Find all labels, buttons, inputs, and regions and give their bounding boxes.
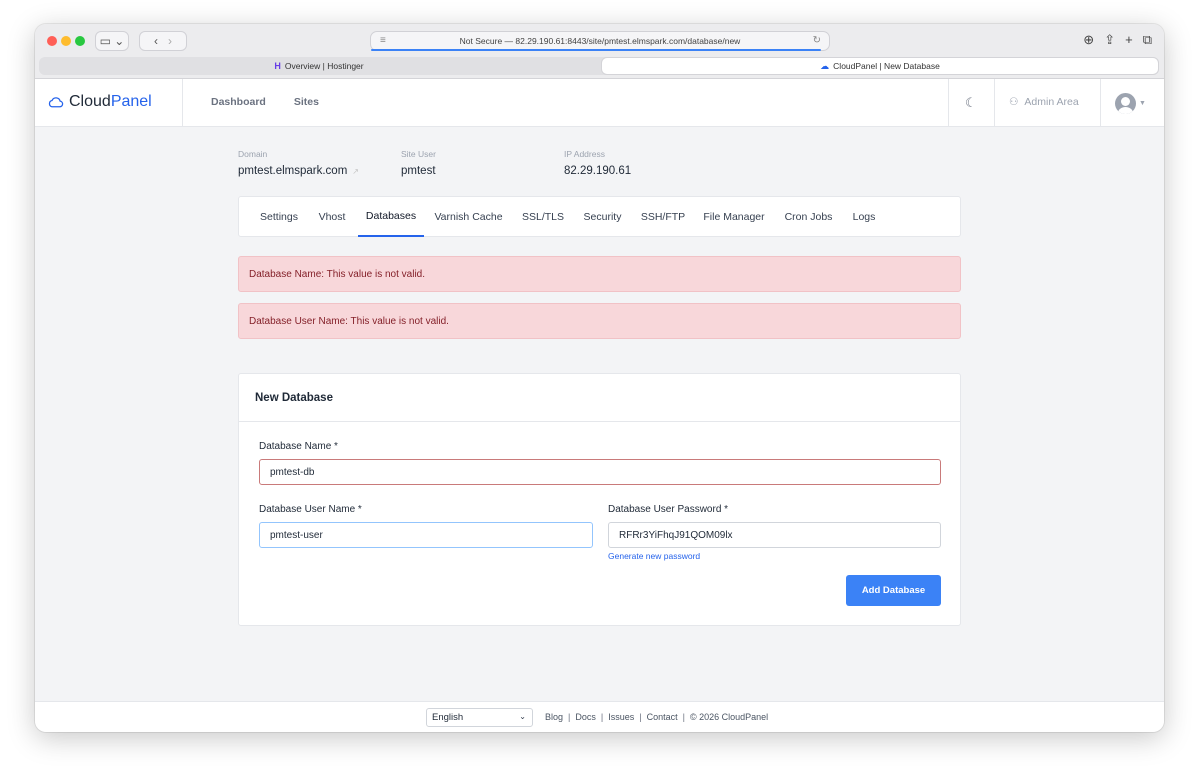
admin-area-label: Admin Area xyxy=(1024,96,1079,108)
db-name-label: Database Name * xyxy=(259,441,338,452)
app-header: Cloud Panel Dashboard Sites ☾ ⚇ Admin Are… xyxy=(35,79,1164,127)
db-user-label: Database User Name * xyxy=(259,504,362,515)
tab-databases[interactable]: Databases xyxy=(358,197,424,237)
database-name-input[interactable]: pmtest-db xyxy=(259,459,941,485)
site-domain-info: Domain pmtest.elmspark.com ↗ xyxy=(238,149,359,177)
dark-mode-icon[interactable]: ☾ xyxy=(965,95,977,111)
zoom-window-button[interactable] xyxy=(75,36,85,46)
separator: | xyxy=(639,712,642,722)
separator: | xyxy=(568,712,571,722)
footer-link-blog[interactable]: Blog xyxy=(545,712,563,722)
footer-link-contact[interactable]: Contact xyxy=(647,712,678,722)
new-tab-icon[interactable]: + xyxy=(1125,32,1133,48)
logo-text-cloud: Cloud xyxy=(69,93,111,110)
footer: English ⌄ Blog | Docs | Issues | Contact… xyxy=(35,701,1164,732)
header-divider xyxy=(948,79,949,127)
page-menu-icon[interactable]: ≡ xyxy=(380,35,386,46)
user-menu[interactable]: ▼ xyxy=(1115,93,1146,114)
new-database-form: New Database Database Name * pmtest-db D… xyxy=(238,373,961,626)
external-link-icon[interactable]: ↗ xyxy=(352,167,359,176)
browser-tab-cloudpanel[interactable]: ☁ CloudPanel | New Database xyxy=(601,57,1159,75)
database-user-name-input[interactable]: pmtest-user xyxy=(259,522,593,548)
download-icon[interactable]: ⊕ xyxy=(1083,32,1094,48)
tab-ssl-tls[interactable]: SSL/TLS xyxy=(515,197,571,237)
domain-label: Domain xyxy=(238,149,268,159)
site-user-label: Site User xyxy=(401,149,436,159)
browser-window: ▭ ⌄ ‹ › ≡ Not Secure — 82.29.190.61:8443… xyxy=(35,24,1164,732)
generate-password-link[interactable]: Generate new password xyxy=(608,551,700,561)
tab-bar: H Overview | Hostinger ☁ CloudPanel | Ne… xyxy=(39,57,1159,75)
nav-dashboard[interactable]: Dashboard xyxy=(211,96,266,108)
main-nav: Dashboard Sites xyxy=(211,96,319,108)
cloud-icon: ☁ xyxy=(820,60,830,71)
chevron-down-icon: ⌄ xyxy=(519,712,526,721)
language-value: English xyxy=(432,712,464,723)
tab-overview-icon[interactable]: ⧉ xyxy=(1143,32,1152,48)
tab-varnish-cache[interactable]: Varnish Cache xyxy=(429,197,508,237)
cloud-logo-icon xyxy=(48,96,64,107)
database-password-input[interactable]: RFRr3YiFhqJ91QOM09lx xyxy=(608,522,941,548)
language-select[interactable]: English ⌄ xyxy=(426,708,533,727)
users-gear-icon: ⚇ xyxy=(1009,96,1019,108)
add-database-button[interactable]: Add Database xyxy=(846,575,941,606)
history-nav: ‹ › xyxy=(139,31,187,51)
site-tabs: Settings Vhost Databases Varnish Cache S… xyxy=(238,196,961,237)
loading-progress-bar xyxy=(371,49,821,51)
error-alert: Database Name: This value is not valid. xyxy=(238,256,961,292)
error-alert: Database User Name: This value is not va… xyxy=(238,303,961,339)
address-text: Not Secure — 82.29.190.61:8443/site/pmte… xyxy=(459,36,741,46)
toolbar-actions: ⊕ ⇪ + ⧉ xyxy=(1083,32,1152,48)
site-user-info: Site User pmtest xyxy=(401,149,436,177)
address-bar[interactable]: ≡ Not Secure — 82.29.190.61:8443/site/pm… xyxy=(370,31,830,51)
nav-sites[interactable]: Sites xyxy=(294,96,319,108)
sidebar-icon: ▭ ⌄ xyxy=(99,34,125,48)
tab-logs[interactable]: Logs xyxy=(846,197,882,237)
ip-address-info: IP Address 82.29.190.61 xyxy=(564,149,631,177)
footer-link-issues[interactable]: Issues xyxy=(608,712,634,722)
site-user-value: pmtest xyxy=(401,165,436,177)
browser-toolbar: ▭ ⌄ ‹ › ≡ Not Secure — 82.29.190.61:8443… xyxy=(35,24,1164,79)
footer-link-docs[interactable]: Docs xyxy=(575,712,596,722)
domain-value: pmtest.elmspark.com xyxy=(238,165,348,177)
hostinger-icon: H xyxy=(274,61,281,71)
db-password-label: Database User Password * xyxy=(608,504,729,515)
tab-cron-jobs[interactable]: Cron Jobs xyxy=(778,197,839,237)
header-divider xyxy=(182,79,183,127)
tab-label: CloudPanel | New Database xyxy=(833,61,940,71)
separator: | xyxy=(682,712,685,722)
footer-links: Blog | Docs | Issues | Contact | © 2026 … xyxy=(545,712,768,722)
admin-area-link[interactable]: ⚇ Admin Area xyxy=(1009,96,1079,108)
tab-file-manager[interactable]: File Manager xyxy=(698,197,770,237)
cloudpanel-logo[interactable]: Cloud Panel xyxy=(47,93,152,111)
reload-icon[interactable]: ↻ xyxy=(813,35,821,46)
separator: | xyxy=(600,712,604,722)
header-divider xyxy=(1100,79,1101,127)
main-content: Domain pmtest.elmspark.com ↗ Site User p… xyxy=(35,127,1164,701)
forward-icon[interactable]: › xyxy=(163,34,177,48)
logo-text-panel: Panel xyxy=(110,93,152,110)
avatar xyxy=(1115,93,1136,114)
close-window-button[interactable] xyxy=(47,36,57,46)
ip-address-value: 82.29.190.61 xyxy=(564,165,632,177)
header-divider xyxy=(994,79,995,127)
tab-settings[interactable]: Settings xyxy=(252,197,306,237)
chevron-down-icon: ▼ xyxy=(1139,100,1146,107)
ip-address-label: IP Address xyxy=(564,149,605,159)
tab-label: Overview | Hostinger xyxy=(284,61,364,71)
share-icon[interactable]: ⇪ xyxy=(1104,32,1115,48)
sidebar-toggle-button[interactable]: ▭ ⌄ xyxy=(95,31,129,51)
tab-security[interactable]: Security xyxy=(577,197,628,237)
form-title: New Database xyxy=(239,374,960,422)
minimize-window-button[interactable] xyxy=(61,36,71,46)
tab-ssh-ftp[interactable]: SSH/FTP xyxy=(635,197,691,237)
copyright-text: © 2026 CloudPanel xyxy=(689,712,769,722)
tab-vhost[interactable]: Vhost xyxy=(311,197,353,237)
browser-tab-hostinger[interactable]: H Overview | Hostinger xyxy=(39,57,599,75)
back-icon[interactable]: ‹ xyxy=(149,34,163,48)
